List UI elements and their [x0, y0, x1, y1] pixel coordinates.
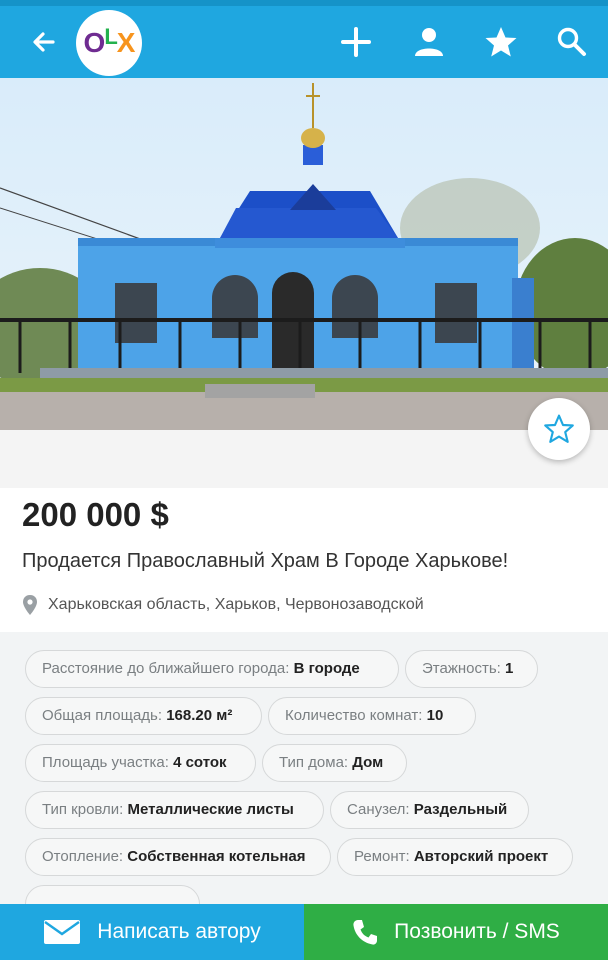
- phone-icon: [353, 920, 378, 945]
- param-chip: Отопление: Собственная котельная: [25, 838, 331, 876]
- param-value: 1: [505, 660, 514, 677]
- photo-strip: [0, 430, 608, 488]
- app-bar: OLX: [0, 6, 608, 78]
- param-value: В городе: [293, 660, 360, 677]
- param-label: Площадь участка:: [42, 754, 169, 771]
- param-value: Собственная котельная: [127, 848, 306, 865]
- param-label: Тип дома:: [279, 754, 349, 771]
- add-to-favorites-button[interactable]: [528, 398, 590, 460]
- listing-price: 200 000 $: [22, 496, 169, 533]
- user-icon[interactable]: [411, 24, 447, 60]
- param-label: Тип кровли:: [42, 801, 124, 818]
- param-chip: Общая площадь: 168.20 м²: [25, 697, 262, 735]
- message-author-button[interactable]: Написать автору: [0, 904, 304, 960]
- param-value: 10: [426, 707, 444, 724]
- param-chip: Санузел: Раздельный: [330, 791, 529, 829]
- envelope-icon: [44, 920, 81, 944]
- param-chip: Тип дома: Дом: [262, 744, 407, 782]
- listing-title: Продается Православный Храм В Городе Хар…: [22, 550, 509, 572]
- bottom-action-bar: Написать автору Позвонить / SMS: [0, 904, 608, 960]
- param-value: Авторский проект: [413, 848, 549, 865]
- search-icon[interactable]: [554, 24, 590, 60]
- param-chip: Количество комнат: 10: [268, 697, 476, 735]
- param-label: Расстояние до ближайшего города:: [42, 660, 290, 677]
- param-label: Общая площадь:: [42, 707, 163, 724]
- location-pin-icon: [23, 595, 37, 615]
- param-value: 4 соток: [173, 754, 227, 771]
- param-label: Ремонт:: [354, 848, 410, 865]
- param-value: Раздельный: [413, 801, 508, 818]
- listing-photo[interactable]: [0, 78, 608, 430]
- location-text: Харьковская область, Харьков, Червонозав…: [48, 596, 424, 613]
- star-icon[interactable]: [483, 24, 519, 60]
- param-chip: Расстояние до ближайшего города: В город…: [25, 650, 399, 688]
- param-value: 168.20 м²: [166, 707, 233, 724]
- back-arrow-icon[interactable]: [26, 24, 62, 60]
- param-label: Отопление:: [42, 848, 124, 865]
- param-chip: Тип кровли: Металлические листы: [25, 791, 324, 829]
- param-value: Дом: [352, 754, 384, 771]
- param-chip: Этажность: 1: [405, 650, 538, 688]
- call-sms-button[interactable]: Позвонить / SMS: [304, 904, 608, 960]
- star-outline-icon: [544, 414, 574, 443]
- param-label: Санузел:: [347, 801, 410, 818]
- listing-location[interactable]: Харьковская область, Харьков, Червонозав…: [22, 594, 424, 616]
- param-chip: Ремонт: Авторский проект: [337, 838, 573, 876]
- olx-logo[interactable]: OLX: [76, 10, 142, 76]
- param-value: Металлические листы: [127, 801, 294, 818]
- call-sms-label: Позвонить / SMS: [394, 920, 560, 943]
- param-chip: Площадь участка: 4 соток: [25, 744, 256, 782]
- param-label: Количество комнат:: [285, 707, 423, 724]
- message-author-label: Написать автору: [97, 920, 261, 943]
- param-label: Этажность:: [422, 660, 501, 677]
- plus-icon[interactable]: [338, 24, 374, 60]
